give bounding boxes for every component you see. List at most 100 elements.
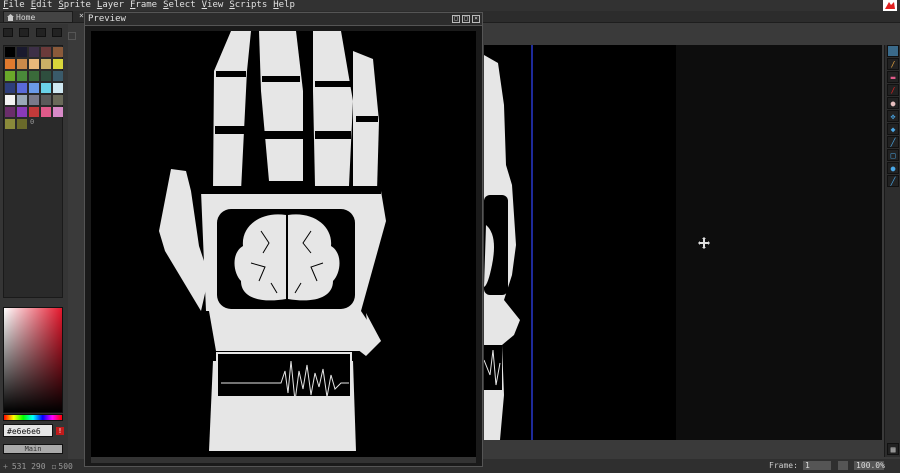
palette-swatch[interactable]	[53, 83, 63, 93]
palette-swatch[interactable]	[29, 47, 39, 57]
preview-window[interactable]: Preview □ □ ×	[84, 12, 483, 467]
palette-swatch[interactable]	[5, 83, 15, 93]
menu-mnemonic: F	[3, 0, 9, 10]
move-cursor-icon	[698, 237, 710, 249]
layout-toggle-button[interactable]	[68, 32, 76, 40]
palette-add-icon[interactable]	[19, 28, 30, 37]
menu-mnemonic: S	[229, 0, 235, 10]
zoom-icon[interactable]: ●	[887, 97, 899, 109]
preview-maximize-button[interactable]: □	[452, 15, 460, 23]
aseprite-logo-icon	[883, 0, 897, 11]
menu-file[interactable]: File	[0, 0, 28, 11]
palette-swatch[interactable]	[53, 47, 63, 57]
cursor-coords: 531 290	[11, 461, 46, 471]
hue-slider[interactable]	[3, 414, 63, 421]
blur-icon[interactable]: ╱	[887, 175, 899, 187]
menu-mnemonic: S	[163, 0, 169, 10]
palette-swatch[interactable]	[29, 95, 39, 105]
menu-sprite[interactable]: Sprite	[55, 0, 94, 11]
palette-swatch[interactable]	[29, 83, 39, 93]
menu-mnemonic: H	[273, 0, 279, 10]
color-palette: 0	[3, 45, 63, 298]
move-icon[interactable]: ✥	[887, 110, 899, 122]
rectangle-marquee-icon[interactable]	[887, 45, 899, 57]
cursor-icon: +	[3, 461, 8, 471]
line-icon[interactable]: ╱	[887, 136, 899, 148]
timeline-toggle-icon[interactable]: ▦	[887, 443, 899, 455]
menu-edit[interactable]: Edit	[28, 0, 56, 11]
palette-swatch[interactable]	[5, 47, 15, 57]
main-color-button[interactable]: Main	[3, 444, 63, 454]
palette-menu-icon[interactable]	[52, 28, 63, 37]
menu-mnemonic: F	[130, 0, 136, 10]
sprite-size: 500	[58, 461, 73, 471]
palette-toolbar	[3, 28, 63, 40]
frame-nav-button[interactable]	[838, 461, 848, 470]
preview-scrollbar[interactable]	[91, 457, 476, 463]
palette-index-label: 0	[30, 118, 35, 126]
hex-color-field[interactable]: #e6e6e6	[3, 424, 53, 437]
frame-label: Frame:	[769, 461, 798, 470]
palette-swatch[interactable]	[5, 71, 15, 81]
size-icon: ◻	[51, 461, 57, 471]
palette-swatch[interactable]	[17, 107, 27, 117]
preview-restore-button[interactable]: □	[462, 15, 470, 23]
palette-swatch[interactable]	[5, 107, 15, 117]
eraser-icon[interactable]: ▬	[887, 71, 899, 83]
zoom-field[interactable]: 100.0%	[854, 461, 885, 470]
palette-swatch[interactable]	[41, 107, 51, 117]
sprite-canvas[interactable]	[483, 45, 676, 440]
tools-toolbar: / ▬ / ● ✥ ◆ ╱ □ ● ╱ ▦	[884, 45, 900, 457]
palette-swatch[interactable]	[17, 47, 27, 57]
palette-swatch[interactable]	[17, 71, 27, 81]
palette-swatch[interactable]	[17, 59, 27, 69]
rectangle-icon[interactable]: □	[887, 149, 899, 161]
home-icon	[7, 13, 14, 21]
preview-canvas[interactable]	[91, 31, 476, 457]
preview-close-button[interactable]: ×	[472, 15, 480, 23]
menu-help[interactable]: Help	[270, 0, 298, 11]
palette-swatch[interactable]	[29, 107, 39, 117]
tab-home[interactable]: Home	[3, 11, 73, 23]
palette-swatch[interactable]	[17, 95, 27, 105]
contour-icon[interactable]: ●	[887, 162, 899, 174]
preview-titlebar[interactable]: Preview □ □ ×	[85, 13, 482, 26]
color-picker-spectrum[interactable]	[3, 307, 63, 413]
menu-select[interactable]: Select	[160, 0, 199, 11]
palette-swatch[interactable]	[41, 71, 51, 81]
palette-swatch[interactable]	[53, 71, 63, 81]
canvas-background[interactable]	[676, 45, 882, 440]
paint-bucket-icon[interactable]: ◆	[887, 123, 899, 135]
menu-view[interactable]: View	[199, 0, 227, 11]
menu-bar: File Edit Sprite Layer Frame Select View Script…	[0, 0, 900, 11]
sprite-canvas-art	[483, 45, 676, 440]
palette-swatch[interactable]	[41, 83, 51, 93]
palette-swatch[interactable]	[5, 119, 15, 129]
palette-swatch[interactable]	[29, 59, 39, 69]
palette-swatch[interactable]	[17, 119, 27, 129]
palette-swatch[interactable]	[41, 95, 51, 105]
frame-input[interactable]: 1	[803, 461, 831, 470]
menu-scripts[interactable]: Scripts	[226, 0, 270, 11]
palette-swatch[interactable]	[41, 47, 51, 57]
pencil-icon[interactable]: /	[887, 58, 899, 70]
menu-layer[interactable]: Layer	[94, 0, 127, 11]
color-warning-icon[interactable]: !	[56, 427, 64, 435]
palette-swatch[interactable]	[29, 71, 39, 81]
tab-home-label: Home	[16, 12, 36, 22]
palette-edit-icon[interactable]	[3, 28, 13, 37]
palette-swatch[interactable]	[5, 95, 15, 105]
menu-mnemonic: V	[201, 0, 208, 10]
menu-mnemonic: S	[58, 0, 64, 10]
palette-swatch[interactable]	[5, 59, 15, 69]
palette-swatch[interactable]	[17, 83, 27, 93]
menu-frame[interactable]: Frame	[127, 0, 160, 11]
preview-title: Preview	[88, 14, 126, 24]
palette-swatch[interactable]	[53, 107, 63, 117]
eyedropper-icon[interactable]: /	[887, 84, 899, 96]
palette-swatch[interactable]	[53, 59, 63, 69]
menu-mnemonic: E	[30, 0, 37, 10]
palette-swatch[interactable]	[41, 59, 51, 69]
palette-sort-icon[interactable]	[35, 28, 46, 37]
palette-swatch[interactable]	[53, 95, 63, 105]
